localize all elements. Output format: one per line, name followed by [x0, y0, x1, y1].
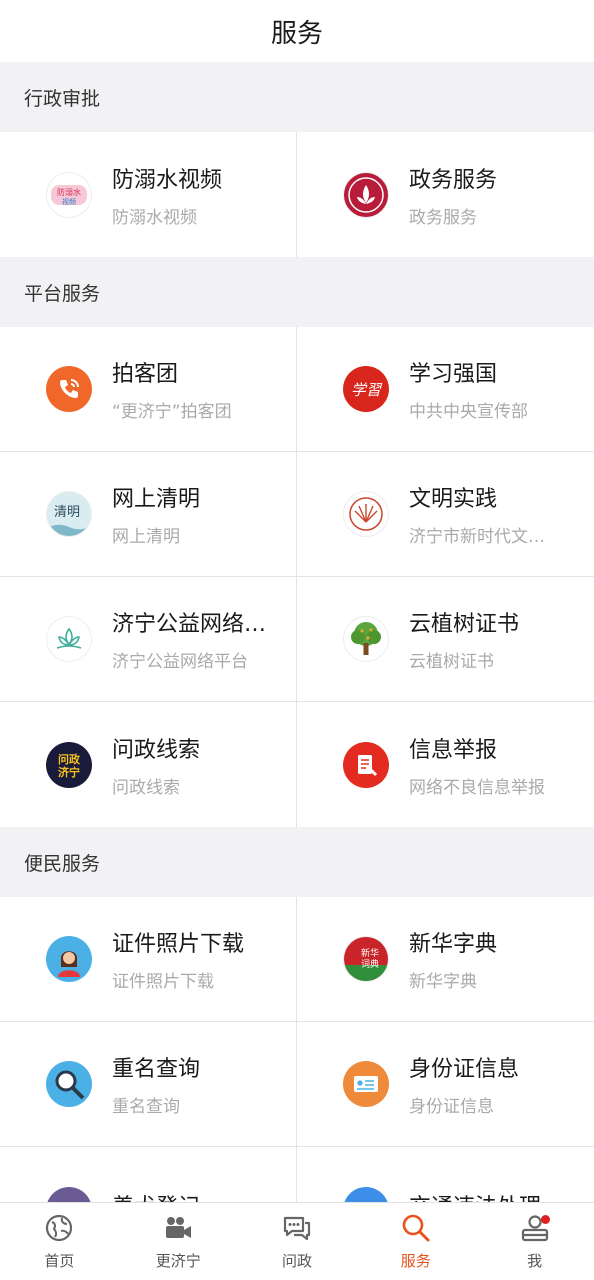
service-item-name-search[interactable]: 重名查询 重名查询 — [0, 1022, 297, 1147]
service-item-info-report[interactable]: 信息举报 网络不良信息举报 — [297, 702, 594, 827]
service-item-id-card-info[interactable]: 身份证信息 身份证信息 — [297, 1022, 594, 1147]
service-subtitle: 问政线索 — [112, 777, 180, 798]
tab-label: 服务 — [400, 1252, 431, 1270]
service-item-wenzheng-clue[interactable]: 问政 济宁 问政线索 问政线索 — [0, 702, 297, 827]
civilization-icon — [343, 491, 389, 537]
service-title: 学习强国 — [409, 362, 498, 387]
service-subtitle: 重名查询 — [112, 1097, 180, 1117]
svg-text:清明: 清明 — [54, 505, 80, 520]
service-item-government-service[interactable]: 政务服务 政务服务 — [297, 132, 594, 257]
service-title: 网上清明 — [112, 487, 201, 512]
phone-icon — [46, 366, 92, 412]
section-header-admin-approval: 行政审批 — [0, 62, 594, 132]
id-card-icon — [343, 1061, 389, 1107]
globe-icon — [42, 1212, 76, 1244]
service-subtitle: 济宁公益网络平台 — [112, 652, 248, 672]
service-item-civilization-practice[interactable]: 文明实践 济宁市新时代文… — [297, 452, 594, 577]
service-title: 文明实践 — [409, 487, 498, 512]
service-item-drowning-video[interactable]: 防溺水 视频 防溺水视频 防溺水视频 — [0, 132, 297, 257]
service-subtitle: 证件照片下载 — [112, 972, 214, 992]
tab-more-jining[interactable]: 更济宁 — [119, 1203, 238, 1280]
tab-label: 问政 — [281, 1252, 312, 1270]
wenzheng-icon: 问政 济宁 — [46, 741, 92, 788]
service-title: 云植树证书 — [409, 612, 520, 637]
svg-text:济宁: 济宁 — [58, 765, 80, 779]
video-camera-icon — [161, 1212, 195, 1244]
service-item-charity-network[interactable]: 济宁公益网络… 济宁公益网络平台 — [0, 577, 297, 702]
tab-label: 更济宁 — [155, 1252, 201, 1270]
dictionary-icon: 新华 词典 — [343, 936, 389, 982]
tab-home[interactable]: 首页 — [0, 1203, 119, 1280]
government-service-icon — [343, 171, 389, 218]
drowning-prevention-icon: 防溺水 视频 — [46, 171, 92, 218]
service-title: 防溺水视频 — [112, 167, 223, 193]
service-subtitle: “更济宁”拍客团 — [112, 402, 232, 422]
service-subtitle: 济宁市新时代文… — [409, 527, 545, 547]
section-grid-platform-service: 拍客团 “更济宁”拍客团 学習 学习强国 中共中央宣传部 清明 网上清明 网上清… — [0, 327, 594, 827]
service-item-paiketuan[interactable]: 拍客团 “更济宁”拍客团 — [0, 327, 297, 452]
service-title: 政务服务 — [409, 167, 498, 193]
section-grid-convenience-service: 证件照片下载 证件照片下载 新华词典 新华字典 新华字典 重名查询 重名查询 — [0, 897, 594, 1202]
svg-text:防溺水: 防溺水 — [57, 187, 81, 197]
svg-text:词典: 词典 — [361, 958, 379, 970]
service-title: 新华字典 — [409, 932, 498, 957]
section-grid-admin-approval: 防溺水 视频 防溺水视频 防溺水视频 政务服务 政务服务 — [0, 132, 594, 257]
tab-wenzheng[interactable]: 问政 — [238, 1203, 357, 1280]
traffic-icon — [343, 1186, 389, 1202]
svg-text:问政: 问政 — [58, 752, 81, 766]
name-search-icon — [46, 1061, 92, 1107]
service-title: 养犬登记 — [112, 1189, 277, 1202]
service-subtitle: 网络不良信息举报 — [409, 777, 545, 798]
bottom-tab-bar: 首页 更济宁 问政 服务 我 — [0, 1202, 594, 1280]
service-title: 信息举报 — [409, 737, 498, 763]
page-title: 服务 — [270, 18, 323, 49]
service-item-qingming[interactable]: 清明 网上清明 网上清明 — [0, 452, 297, 577]
service-item-cloud-tree[interactable]: 云植树证书 云植树证书 — [297, 577, 594, 702]
service-title: 证件照片下载 — [112, 932, 245, 957]
service-item-xinhua-dictionary[interactable]: 新华 词典 新华字典 新华字典 — [297, 897, 594, 1022]
service-title: 问政线索 — [112, 737, 201, 763]
tab-label: 首页 — [44, 1252, 75, 1270]
search-icon — [399, 1212, 433, 1244]
service-list[interactable]: 行政审批 防溺水 视频 防溺水视频 防溺水视频 政务服务 政务服务 平台服务 拍… — [0, 62, 594, 1202]
service-subtitle: 中共中央宣传部 — [409, 402, 528, 422]
report-icon — [343, 741, 389, 788]
service-title: 济宁公益网络… — [112, 612, 267, 637]
top-bar: 服务 — [0, 0, 594, 62]
dog-icon — [46, 1186, 92, 1202]
tab-service[interactable]: 服务 — [356, 1203, 475, 1280]
service-item-id-photo[interactable]: 证件照片下载 证件照片下载 — [0, 897, 297, 1022]
tree-icon — [343, 616, 389, 662]
section-header-platform-service: 平台服务 — [0, 257, 594, 327]
service-subtitle: 新华字典 — [409, 972, 477, 992]
chat-icon — [280, 1212, 314, 1244]
service-item-traffic-violation[interactable]: 交通违法处理 — [297, 1147, 594, 1202]
id-photo-icon — [46, 936, 92, 982]
xuexi-icon: 学習 — [343, 366, 389, 412]
service-title: 重名查询 — [112, 1057, 201, 1082]
lotus-icon — [46, 616, 92, 662]
service-title: 交通违法处理 — [409, 1189, 574, 1202]
section-header-convenience-service: 便民服务 — [0, 827, 594, 897]
qingming-icon: 清明 — [46, 491, 92, 537]
service-title: 拍客团 — [112, 362, 179, 387]
svg-text:视频: 视频 — [62, 197, 76, 206]
service-subtitle: 身份证信息 — [409, 1097, 494, 1117]
service-item-xuexi[interactable]: 学習 学习强国 中共中央宣传部 — [297, 327, 594, 452]
service-subtitle: 政务服务 — [409, 207, 477, 228]
service-subtitle: 云植树证书 — [409, 652, 494, 672]
service-subtitle: 网上清明 — [112, 527, 180, 547]
svg-text:新华: 新华 — [361, 947, 379, 959]
tab-me[interactable]: 我 — [475, 1203, 594, 1280]
tab-label: 我 — [527, 1252, 543, 1270]
service-item-dog-registration[interactable]: 养犬登记 — [0, 1147, 297, 1202]
service-title: 身份证信息 — [409, 1057, 520, 1082]
service-subtitle: 防溺水视频 — [112, 207, 197, 228]
